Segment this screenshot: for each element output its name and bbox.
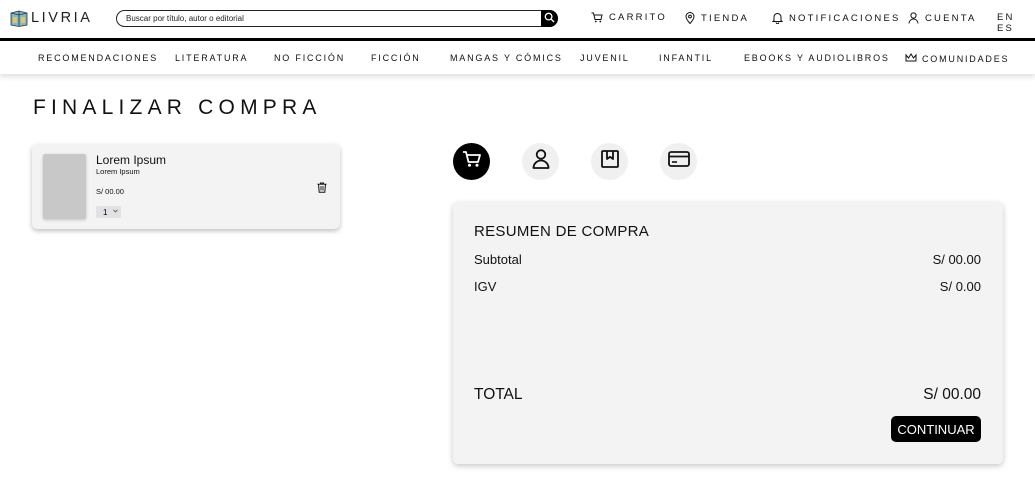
crown-icon bbox=[905, 53, 917, 64]
nav-store-label: TIENDA bbox=[701, 12, 750, 24]
language-switch[interactable]: EN ES bbox=[997, 12, 1035, 34]
bookmark-icon bbox=[600, 150, 619, 173]
step-cart[interactable] bbox=[453, 143, 490, 180]
category-mangas-comics[interactable]: MANGAS Y CÓMICS bbox=[450, 53, 563, 63]
top-header: LIVRIA CARRITO TIENDA NOTIFICACIONES CUE… bbox=[0, 0, 1035, 38]
cart-icon bbox=[591, 12, 603, 23]
nav-cart[interactable]: CARRITO bbox=[591, 12, 667, 23]
category-no-ficcion[interactable]: NO FICCIÓN bbox=[274, 53, 345, 63]
category-comunidades-label: COMUNIDADES bbox=[922, 53, 1010, 64]
summary-title: RESUMEN DE COMPRA bbox=[474, 223, 650, 240]
quantity-value: 1 bbox=[103, 207, 108, 217]
bell-icon bbox=[772, 12, 783, 24]
category-infantil[interactable]: INFANTIL bbox=[659, 53, 713, 63]
category-ebooks-audiolibros[interactable]: EBOOKS Y AUDIOLIBROS bbox=[744, 53, 890, 63]
subtotal-value: S/ 00.00 bbox=[932, 252, 981, 267]
search-input[interactable] bbox=[126, 12, 536, 25]
delete-item-button[interactable] bbox=[317, 180, 327, 198]
igv-label: IGV bbox=[474, 279, 497, 294]
step-shipping[interactable] bbox=[591, 143, 628, 180]
igv-value: S/ 0.00 bbox=[939, 279, 981, 294]
logo-text: LIVRIA bbox=[31, 10, 93, 26]
logo[interactable]: LIVRIA bbox=[10, 9, 93, 27]
chevron-down-icon bbox=[113, 209, 119, 215]
cart-icon bbox=[462, 150, 482, 173]
category-juvenil[interactable]: JUVENIL bbox=[580, 53, 630, 63]
search-icon bbox=[544, 10, 555, 28]
purchase-summary-panel: RESUMEN DE COMPRA Subtotal S/ 00.00 IGV … bbox=[453, 202, 1003, 464]
category-ficcion[interactable]: FICCIÓN bbox=[371, 53, 421, 63]
step-account[interactable] bbox=[522, 143, 559, 180]
item-price: S/ 00.00 bbox=[96, 187, 124, 196]
language-label: EN ES bbox=[997, 12, 1015, 34]
search-button[interactable] bbox=[541, 10, 558, 27]
item-author: Lorem Ipsum bbox=[96, 167, 140, 176]
step-payment[interactable] bbox=[660, 143, 697, 180]
continue-button[interactable]: CONTINUAR bbox=[891, 416, 981, 442]
search-bar bbox=[116, 10, 558, 27]
total-value: S/ 00.00 bbox=[923, 386, 981, 403]
category-nav: RECOMENDACIONES LITERATURA NO FICCIÓN FI… bbox=[0, 41, 1035, 74]
cart-item-card: Lorem Ipsum Lorem Ipsum S/ 00.00 1 bbox=[32, 144, 340, 229]
location-pin-icon bbox=[685, 12, 695, 24]
category-recomendaciones[interactable]: RECOMENDACIONES bbox=[38, 53, 158, 63]
category-literatura[interactable]: LITERATURA bbox=[175, 53, 248, 63]
category-comunidades[interactable]: COMUNIDADES bbox=[905, 53, 1009, 64]
item-title: Lorem Ipsum bbox=[96, 153, 167, 167]
nav-notifications[interactable]: NOTIFICACIONES bbox=[772, 12, 901, 24]
book-cover-placeholder bbox=[43, 154, 86, 219]
credit-card-icon bbox=[667, 151, 690, 172]
page-title: FINALIZAR COMPRA bbox=[33, 96, 322, 119]
nav-account[interactable]: CUENTA bbox=[908, 12, 977, 24]
nav-store[interactable]: TIENDA bbox=[685, 12, 749, 24]
nav-account-label: CUENTA bbox=[925, 12, 977, 24]
quantity-select[interactable]: 1 bbox=[96, 206, 121, 218]
total-label: TOTAL bbox=[474, 386, 523, 403]
subtotal-label: Subtotal bbox=[474, 252, 522, 267]
user-icon bbox=[908, 12, 919, 24]
nav-cart-label: CARRITO bbox=[609, 12, 667, 23]
nav-notifications-label: NOTIFICACIONES bbox=[789, 12, 901, 24]
user-icon bbox=[532, 149, 550, 174]
trash-icon bbox=[317, 180, 327, 197]
book-logo-icon bbox=[10, 10, 28, 27]
